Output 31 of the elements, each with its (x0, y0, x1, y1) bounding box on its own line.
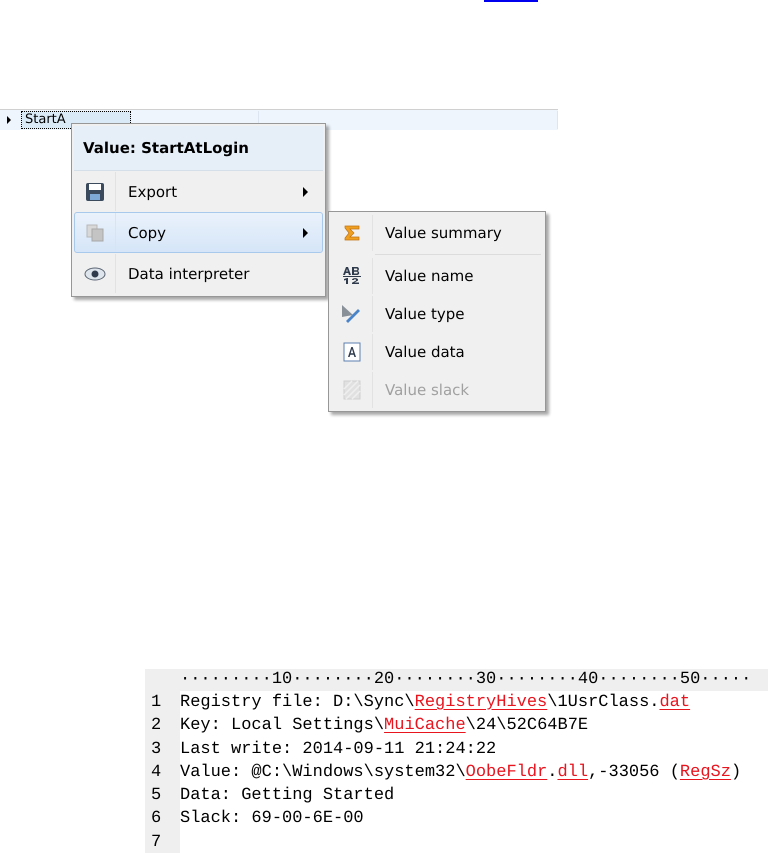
menu-title: Value: StartAtLogin (74, 126, 323, 171)
line-number: 7 (150, 832, 162, 853)
hatched-square-icon (343, 380, 361, 400)
code-line: Last write: 2014-09-11 21:24:22 (180, 738, 498, 761)
menu-item[interactable]: Data interpreter (74, 253, 323, 294)
copy-icon (85, 222, 105, 242)
column-ruler: ·········10········20········30········40········50····· (145, 669, 768, 691)
letter-page-icon (343, 342, 361, 362)
line-number: 3 (150, 738, 162, 761)
line-number: 1 (150, 692, 162, 714)
line-number: 2 (150, 715, 162, 738)
line-number: 6 (150, 808, 162, 830)
menu-item[interactable]: Value summary (331, 214, 543, 252)
code-line: Data: Getting Started (180, 785, 396, 808)
code-line: Key: Local Settings\MuiCache\24\52C64B7E (180, 715, 590, 738)
code-line: Value: @C:\Windows\system32\OobeFldr.dll,-33056 (RegSz) (180, 762, 742, 784)
line-number: 4 (150, 762, 162, 784)
sigma-icon (343, 224, 361, 242)
line-number: 5 (150, 785, 162, 808)
menu-item[interactable]: Export (74, 171, 323, 212)
eye-icon (84, 266, 106, 280)
menu-item[interactable]: Value data (331, 333, 543, 371)
code-line: Registry file: D:\Sync\RegistryHives\1UsrClass.dat (180, 692, 692, 714)
row-pointer-icon (7, 116, 11, 124)
code-line: Slack: 69-00-6E-00 (180, 808, 365, 830)
pen-ruler-icon (341, 304, 363, 324)
link-underline (484, 0, 538, 2)
menu-item[interactable]: Copy (74, 212, 323, 253)
letters-digits-icon (342, 266, 362, 286)
menu-item[interactable]: Value type (331, 295, 543, 333)
menu-item[interactable]: Value name (331, 257, 543, 295)
